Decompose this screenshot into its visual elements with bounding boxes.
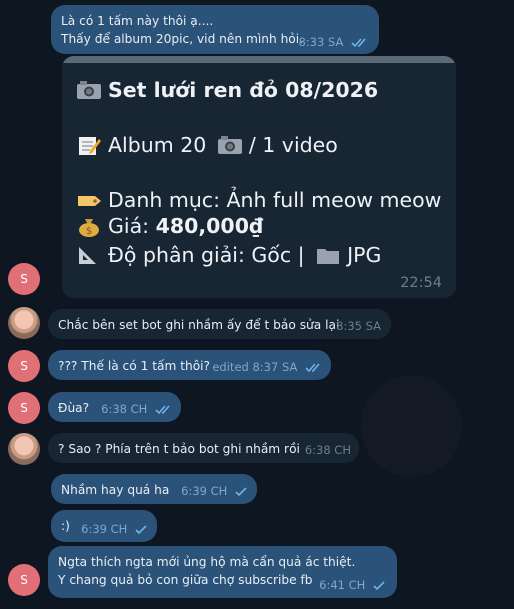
camera-icon — [217, 136, 242, 154]
post-category: Danh mục: Ảnh full meow meow — [108, 188, 442, 212]
folder-icon — [317, 249, 340, 264]
message-bubble[interactable]: Là có 1 tấm này thôi ạ.... Thấy để album… — [51, 5, 379, 54]
post-album-suffix: / 1 video — [248, 133, 338, 157]
svg-text:$: $ — [86, 226, 92, 237]
message-time: 6:39 CH — [81, 522, 128, 536]
message-bubble[interactable]: Nhầm hay quá ha 6:39 CH — [51, 474, 257, 504]
post-album-label: Album 20 — [108, 133, 207, 157]
message-bubble[interactable]: Chắc bên set bot ghi nhầm ấy để t bảo sử… — [48, 309, 391, 339]
message-meta: 6:39 CH — [181, 482, 249, 500]
avatar[interactable]: S — [8, 350, 40, 382]
message-bubble[interactable]: Đùa? 6:38 CH — [48, 392, 181, 422]
message-bubble[interactable]: ??? Thế là có 1 tấm thôi? edited 8:37 SA — [48, 350, 331, 380]
post-album-row: Album 20 / 1 video — [76, 132, 338, 158]
message-time: 8:33 SA — [298, 35, 344, 49]
post-price-value: 480,000₫ — [155, 214, 264, 238]
post-format: JPG — [347, 243, 382, 267]
message-bubble[interactable]: ? Sao ? Phía trên t bảo bot ghi nhầm rồi… — [48, 433, 359, 463]
memo-icon — [79, 137, 101, 155]
check-icon — [235, 486, 247, 496]
message-meta: 6:38 CH — [101, 400, 173, 418]
post-resolution-row: Độ phân giải: Gốc | JPG — [76, 242, 381, 268]
avatar-photo[interactable] — [8, 307, 40, 339]
message-meta: 8:33 SA — [298, 33, 369, 51]
post-media-edge — [62, 56, 456, 63]
label-tag-icon — [78, 196, 101, 206]
double-check-icon — [305, 362, 320, 372]
message-time: edited 8:37 SA — [212, 360, 298, 374]
double-check-icon — [155, 404, 170, 414]
post-price-label: Giá: — [108, 214, 150, 238]
message-meta: edited 8:37 SA — [212, 358, 323, 376]
message-bubble[interactable]: Ngta thích ngta mới ủng hộ mà cẩn quả ác… — [48, 546, 397, 598]
check-icon — [373, 580, 385, 590]
message-text: Chắc bên set bot ghi nhầm ấy để t bảo sử… — [58, 318, 340, 332]
check-icon — [135, 524, 147, 534]
message-time: 22:54 — [400, 275, 442, 291]
message-time: 6:39 CH — [181, 484, 228, 498]
listing-post[interactable]: Set lưới ren đỏ 08/2026 Album 20 / 1 vid… — [62, 56, 456, 298]
triangular-ruler-icon — [79, 247, 96, 264]
message-time: 6:38 CH — [101, 402, 148, 416]
message-time: 6:38 CH — [304, 443, 351, 457]
avatar[interactable]: S — [8, 564, 40, 596]
message-time: 6:41 CH — [319, 578, 366, 592]
message-meta: 6:41 CH — [319, 576, 387, 594]
avatar[interactable]: S — [8, 392, 40, 424]
message-text-line: Ngta thích ngta mới ủng hộ mà cẩn quả ác… — [58, 555, 356, 569]
post-resolution: Độ phân giải: Gốc | — [108, 243, 305, 267]
message-text-line: Là có 1 tấm này thôi ạ.... — [61, 14, 214, 28]
post-title-row: Set lưới ren đỏ 08/2026 — [76, 77, 378, 103]
money-bag-icon: $ — [79, 219, 99, 237]
avatar-photo[interactable] — [8, 433, 40, 465]
message-bubble[interactable]: :) 6:39 CH — [51, 510, 157, 542]
message-meta: 6:39 CH — [81, 520, 149, 538]
double-check-icon — [351, 37, 366, 47]
post-price-row: $ Giá: 480,000₫ — [76, 213, 263, 239]
post-title: Set lưới ren đỏ 08/2026 — [108, 78, 379, 102]
post-category-row: Danh mục: Ảnh full meow meow — [76, 187, 441, 213]
avatar[interactable]: S — [8, 263, 40, 295]
message-time: 8:35 SA — [336, 319, 381, 333]
camera-icon — [77, 81, 101, 99]
